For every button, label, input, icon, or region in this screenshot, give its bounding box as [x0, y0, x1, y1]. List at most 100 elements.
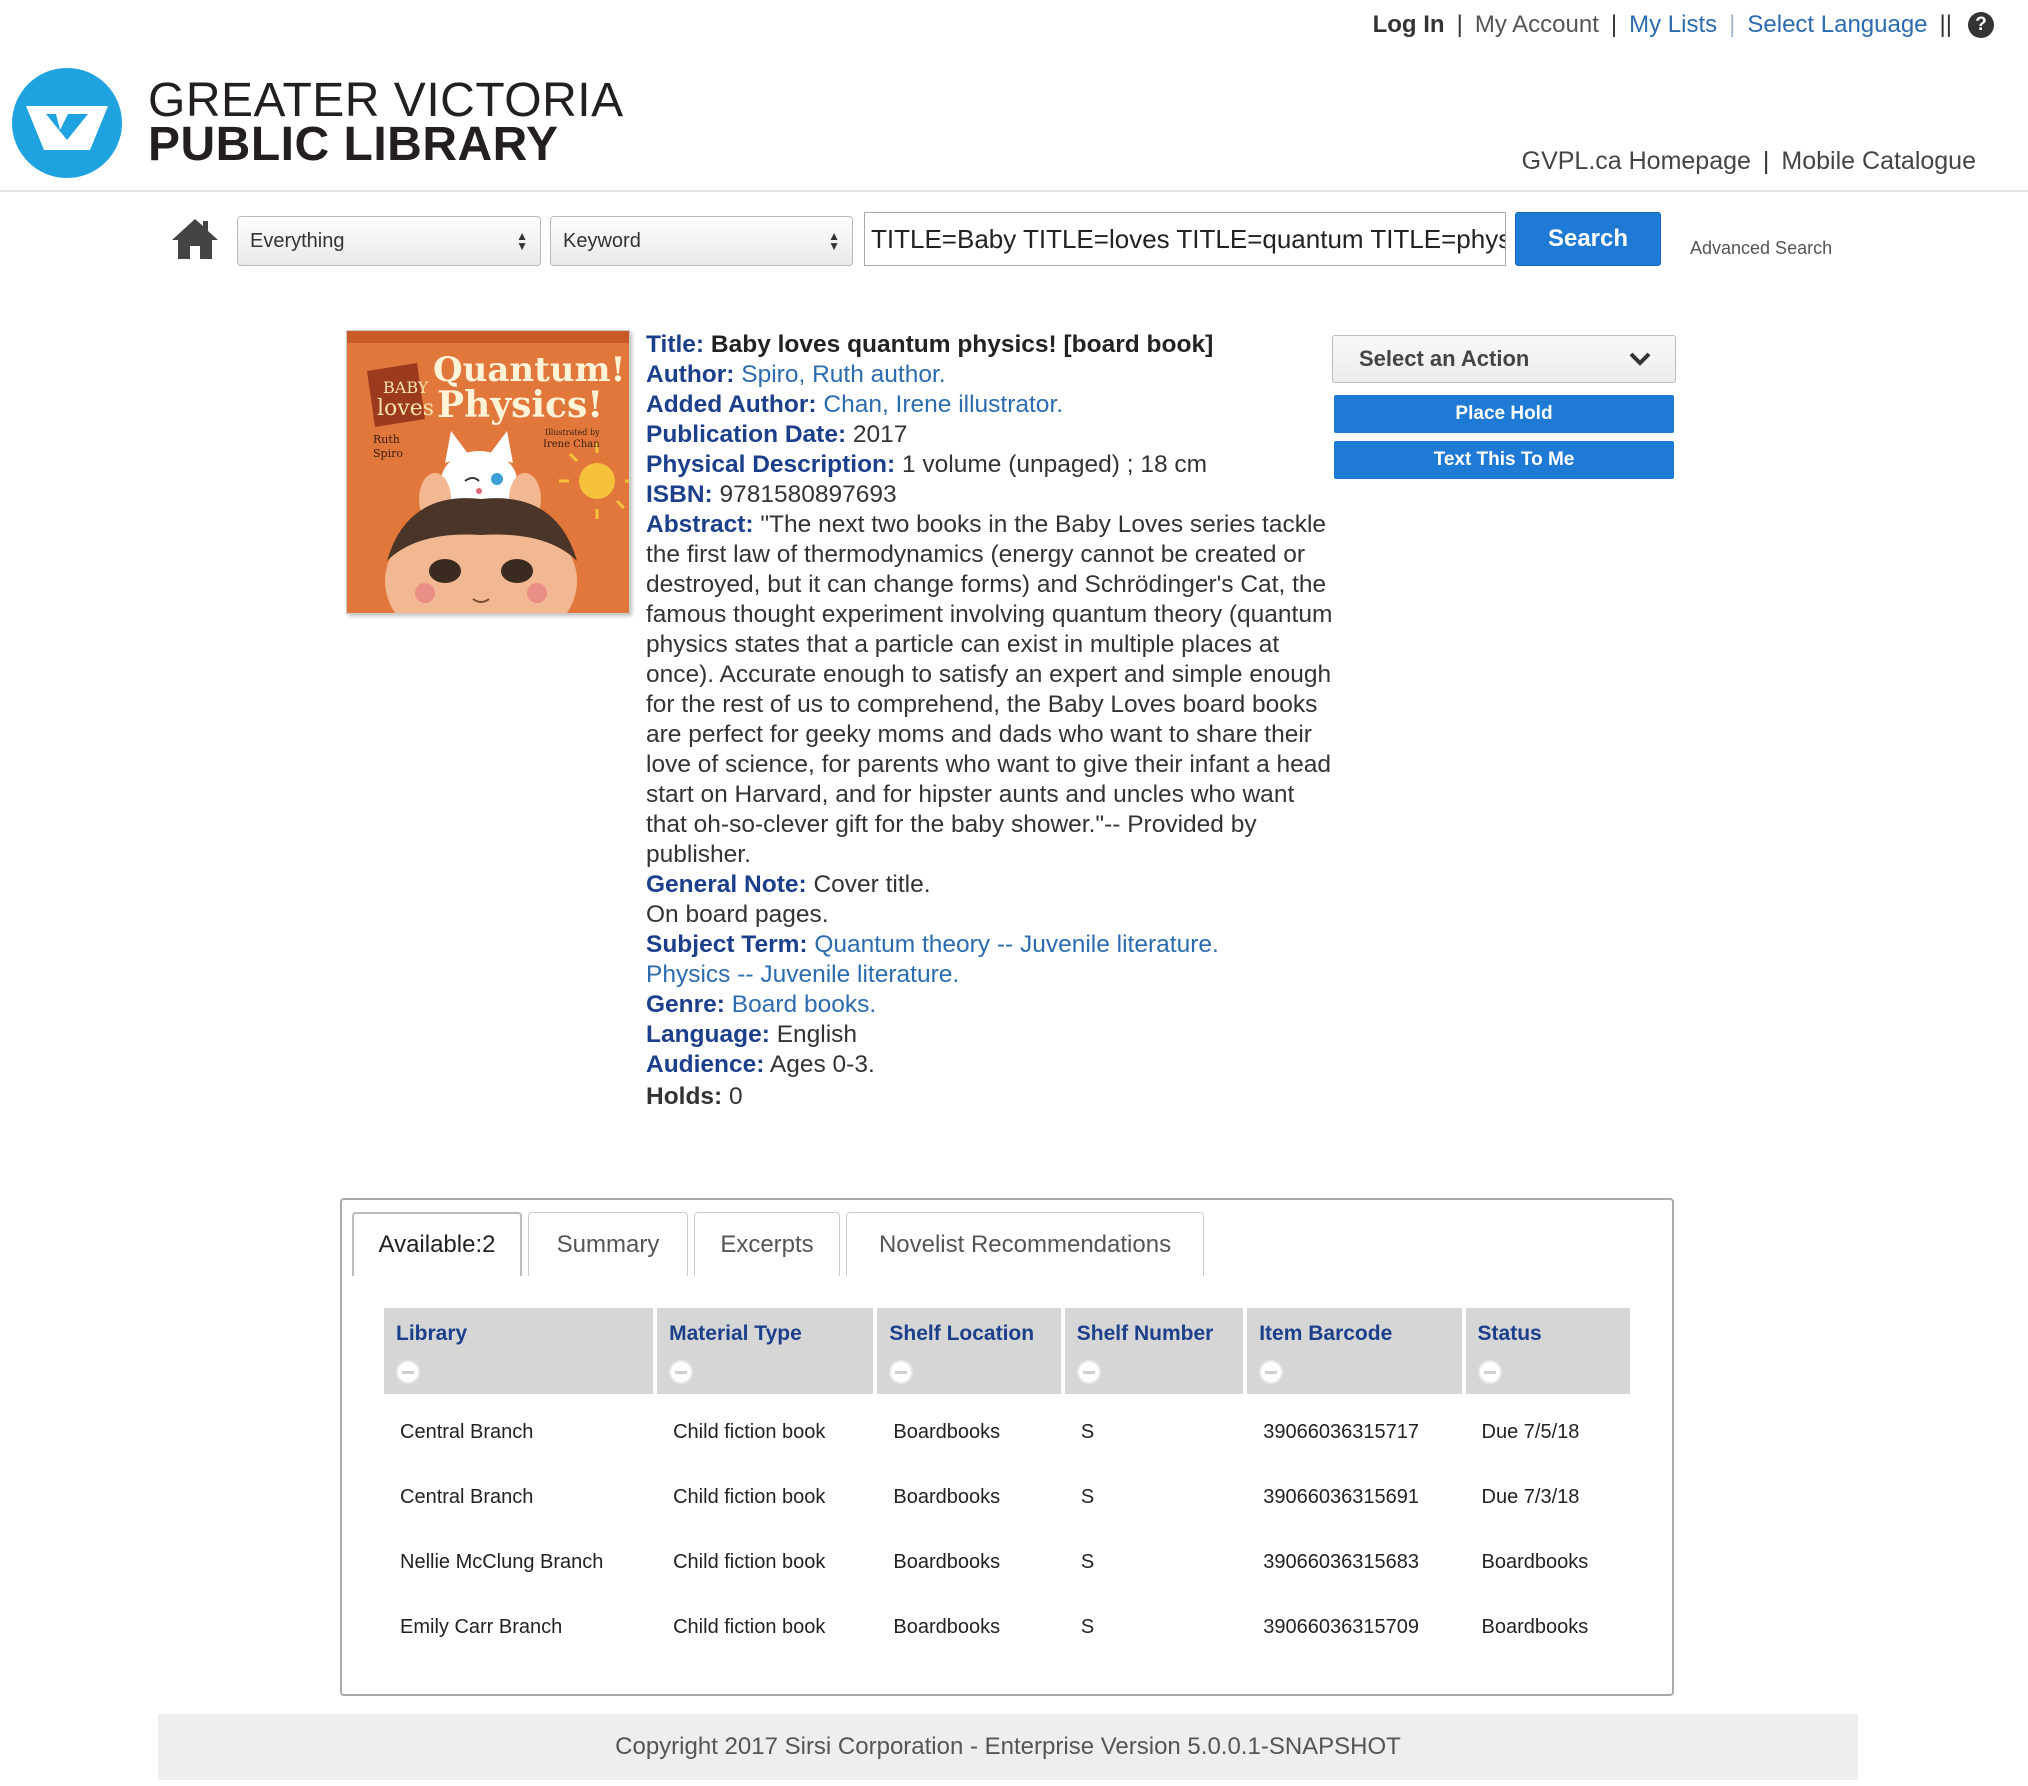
sort-icon[interactable]	[1477, 1360, 1502, 1384]
column-header-label: Shelf Number	[1076, 1322, 1214, 1345]
search-scope-select[interactable]: Everything ▲ ▼	[237, 216, 541, 266]
table-row: Nellie McClung Branch Child fiction book…	[384, 1530, 1634, 1595]
pub-date-row: Publication Date: 2017	[646, 420, 1336, 450]
pub-date-value: 2017	[852, 421, 908, 448]
cell-shelf-number: S	[1080, 1421, 1095, 1443]
gvpl-homepage-link[interactable]: GVPL.ca Homepage	[1522, 147, 1751, 176]
record-details: Title: Baby loves quantum physics! [boar…	[646, 330, 1336, 1112]
cell-shelf-number: S	[1080, 1616, 1095, 1638]
author-link[interactable]: Spiro, Ruth author.	[741, 361, 945, 388]
column-header-label: Library	[396, 1322, 468, 1345]
genre-link[interactable]: Board books.	[732, 991, 876, 1018]
tab-available[interactable]: Available:2	[352, 1212, 522, 1276]
select-action-label: Select an Action	[1359, 346, 1530, 371]
subject-link[interactable]: Physics -- Juvenile literature.	[646, 960, 1336, 990]
home-icon[interactable]	[170, 216, 220, 262]
top-nav: Log In | My Account | My Lists | Select …	[1373, 8, 1994, 42]
cell-material-type: Child fiction book	[673, 1551, 826, 1573]
general-note-row: General Note: Cover title.	[646, 870, 1336, 900]
audience-label: Audience:	[646, 1051, 765, 1078]
column-header-label: Item Barcode	[1259, 1322, 1393, 1345]
cell-item-barcode: 39066036315683	[1263, 1551, 1419, 1573]
cover-author-last: Spiro	[373, 447, 403, 460]
author-row: Author: Spiro, Ruth author.	[646, 360, 1336, 390]
abstract-value: "The next two books in the Baby Loves se…	[646, 511, 1333, 868]
advanced-search-link[interactable]: Advanced Search	[1690, 238, 1832, 259]
column-header-material-type[interactable]: Material Type	[657, 1308, 874, 1394]
separator: |	[1729, 11, 1736, 38]
library-logo-icon	[12, 68, 122, 178]
added-author-label: Added Author:	[646, 391, 817, 418]
book-cover-art: BABY loves Quantum! Physics! Ruth Spiro …	[347, 331, 629, 613]
mobile-catalogue-link[interactable]: Mobile Catalogue	[1781, 147, 1976, 176]
general-note-label: General Note:	[646, 871, 807, 898]
cell-library: Central Branch	[400, 1421, 534, 1443]
cell-material-type: Child fiction book	[673, 1486, 826, 1508]
column-header-shelf-location[interactable]: Shelf Location	[877, 1308, 1061, 1394]
cover-author-first: Ruth	[373, 433, 400, 446]
my-lists-link[interactable]: My Lists	[1629, 11, 1717, 39]
column-header-status[interactable]: Status	[1465, 1308, 1630, 1394]
select-arrows-icon: ▲ ▼	[828, 229, 840, 253]
library-logo[interactable]: GREATER VICTORIA PUBLIC LIBRARY	[12, 68, 624, 178]
my-account-link[interactable]: My Account	[1475, 11, 1599, 39]
isbn-label: ISBN:	[646, 481, 713, 508]
table-header-row: Library Material Type Shelf Location She…	[384, 1308, 1634, 1394]
column-header-library[interactable]: Library	[384, 1308, 654, 1394]
holds-value: 0	[729, 1083, 743, 1110]
search-field-select[interactable]: Keyword ▲ ▼	[550, 216, 853, 266]
audience-value: Ages 0-3.	[769, 1051, 875, 1078]
column-header-shelf-number[interactable]: Shelf Number	[1064, 1308, 1244, 1394]
help-icon[interactable]: ?	[1968, 12, 1994, 38]
tab-summary[interactable]: Summary	[528, 1212, 688, 1276]
table-row: Central Branch Child fiction book Boardb…	[384, 1465, 1634, 1530]
select-action-dropdown[interactable]: Select an Action	[1332, 335, 1676, 383]
header-links: GVPL.ca Homepage | Mobile Catalogue	[1522, 147, 1976, 176]
separator: |	[1456, 11, 1463, 38]
cell-material-type: Child fiction book	[673, 1421, 826, 1443]
added-author-link[interactable]: Chan, Irene illustrator.	[823, 391, 1063, 418]
general-note-value: Cover title.	[813, 871, 931, 898]
text-this-to-me-button[interactable]: Text This To Me	[1334, 441, 1674, 479]
cover-series-loves: loves	[377, 396, 434, 421]
audience-row: Audience: Ages 0-3.	[646, 1050, 1336, 1080]
table-row: Emily Carr Branch Child fiction book Boa…	[384, 1595, 1634, 1660]
cover-title-2: Physics!	[437, 384, 603, 426]
cell-library: Nellie McClung Branch	[400, 1551, 604, 1573]
sort-icon[interactable]	[396, 1360, 420, 1384]
isbn-row: ISBN: 9781580897693	[646, 480, 1336, 510]
isbn-value: 9781580897693	[719, 481, 897, 508]
sort-icon[interactable]	[889, 1360, 914, 1384]
subject-link[interactable]: Quantum theory -- Juvenile literature.	[814, 931, 1218, 958]
tab-bar: Available:2 Summary Excerpts Novelist Re…	[352, 1212, 1210, 1276]
copyright-text: Copyright 2017 Sirsi Corporation - Enter…	[615, 1733, 1401, 1760]
genre-label: Genre:	[646, 991, 725, 1018]
select-language-link[interactable]: Select Language	[1747, 11, 1927, 39]
cell-status: Due 7/5/18	[1481, 1421, 1580, 1443]
sort-icon[interactable]	[1259, 1360, 1284, 1384]
cell-status: Boardbooks	[1481, 1616, 1589, 1638]
search-button[interactable]: Search	[1515, 212, 1661, 266]
cell-item-barcode: 39066036315717	[1263, 1421, 1419, 1443]
column-header-label: Status	[1477, 1322, 1542, 1345]
subject-label: Subject Term:	[646, 931, 808, 958]
sort-icon[interactable]	[1076, 1360, 1101, 1384]
place-hold-button[interactable]: Place Hold	[1334, 395, 1674, 433]
table-row: Central Branch Child fiction book Boardb…	[384, 1400, 1634, 1465]
select-arrows-icon: ▲ ▼	[516, 229, 528, 253]
separator: |	[1762, 147, 1770, 175]
tab-novelist[interactable]: Novelist Recommendations	[846, 1212, 1204, 1276]
sort-icon[interactable]	[669, 1360, 694, 1384]
cell-shelf-location: Boardbooks	[893, 1486, 1001, 1508]
logo-line2: PUBLIC LIBRARY	[148, 118, 559, 171]
tab-excerpts[interactable]: Excerpts	[694, 1212, 840, 1276]
added-author-row: Added Author: Chan, Irene illustrator.	[646, 390, 1336, 420]
search-field-value: Keyword	[563, 229, 641, 252]
title-value: Baby loves quantum physics! [board book]	[710, 331, 1214, 358]
search-bar: Everything ▲ ▼ Keyword ▲ ▼ TITLE=Baby TITL…	[0, 212, 2028, 268]
search-input[interactable]: TITLE=Baby TITLE=loves TITLE=quantum TIT…	[864, 212, 1506, 266]
column-header-label: Material Type	[669, 1322, 802, 1345]
login-link[interactable]: Log In	[1373, 11, 1445, 39]
column-header-item-barcode[interactable]: Item Barcode	[1247, 1308, 1462, 1394]
cover-illustrator: Irene Chan	[543, 439, 600, 450]
